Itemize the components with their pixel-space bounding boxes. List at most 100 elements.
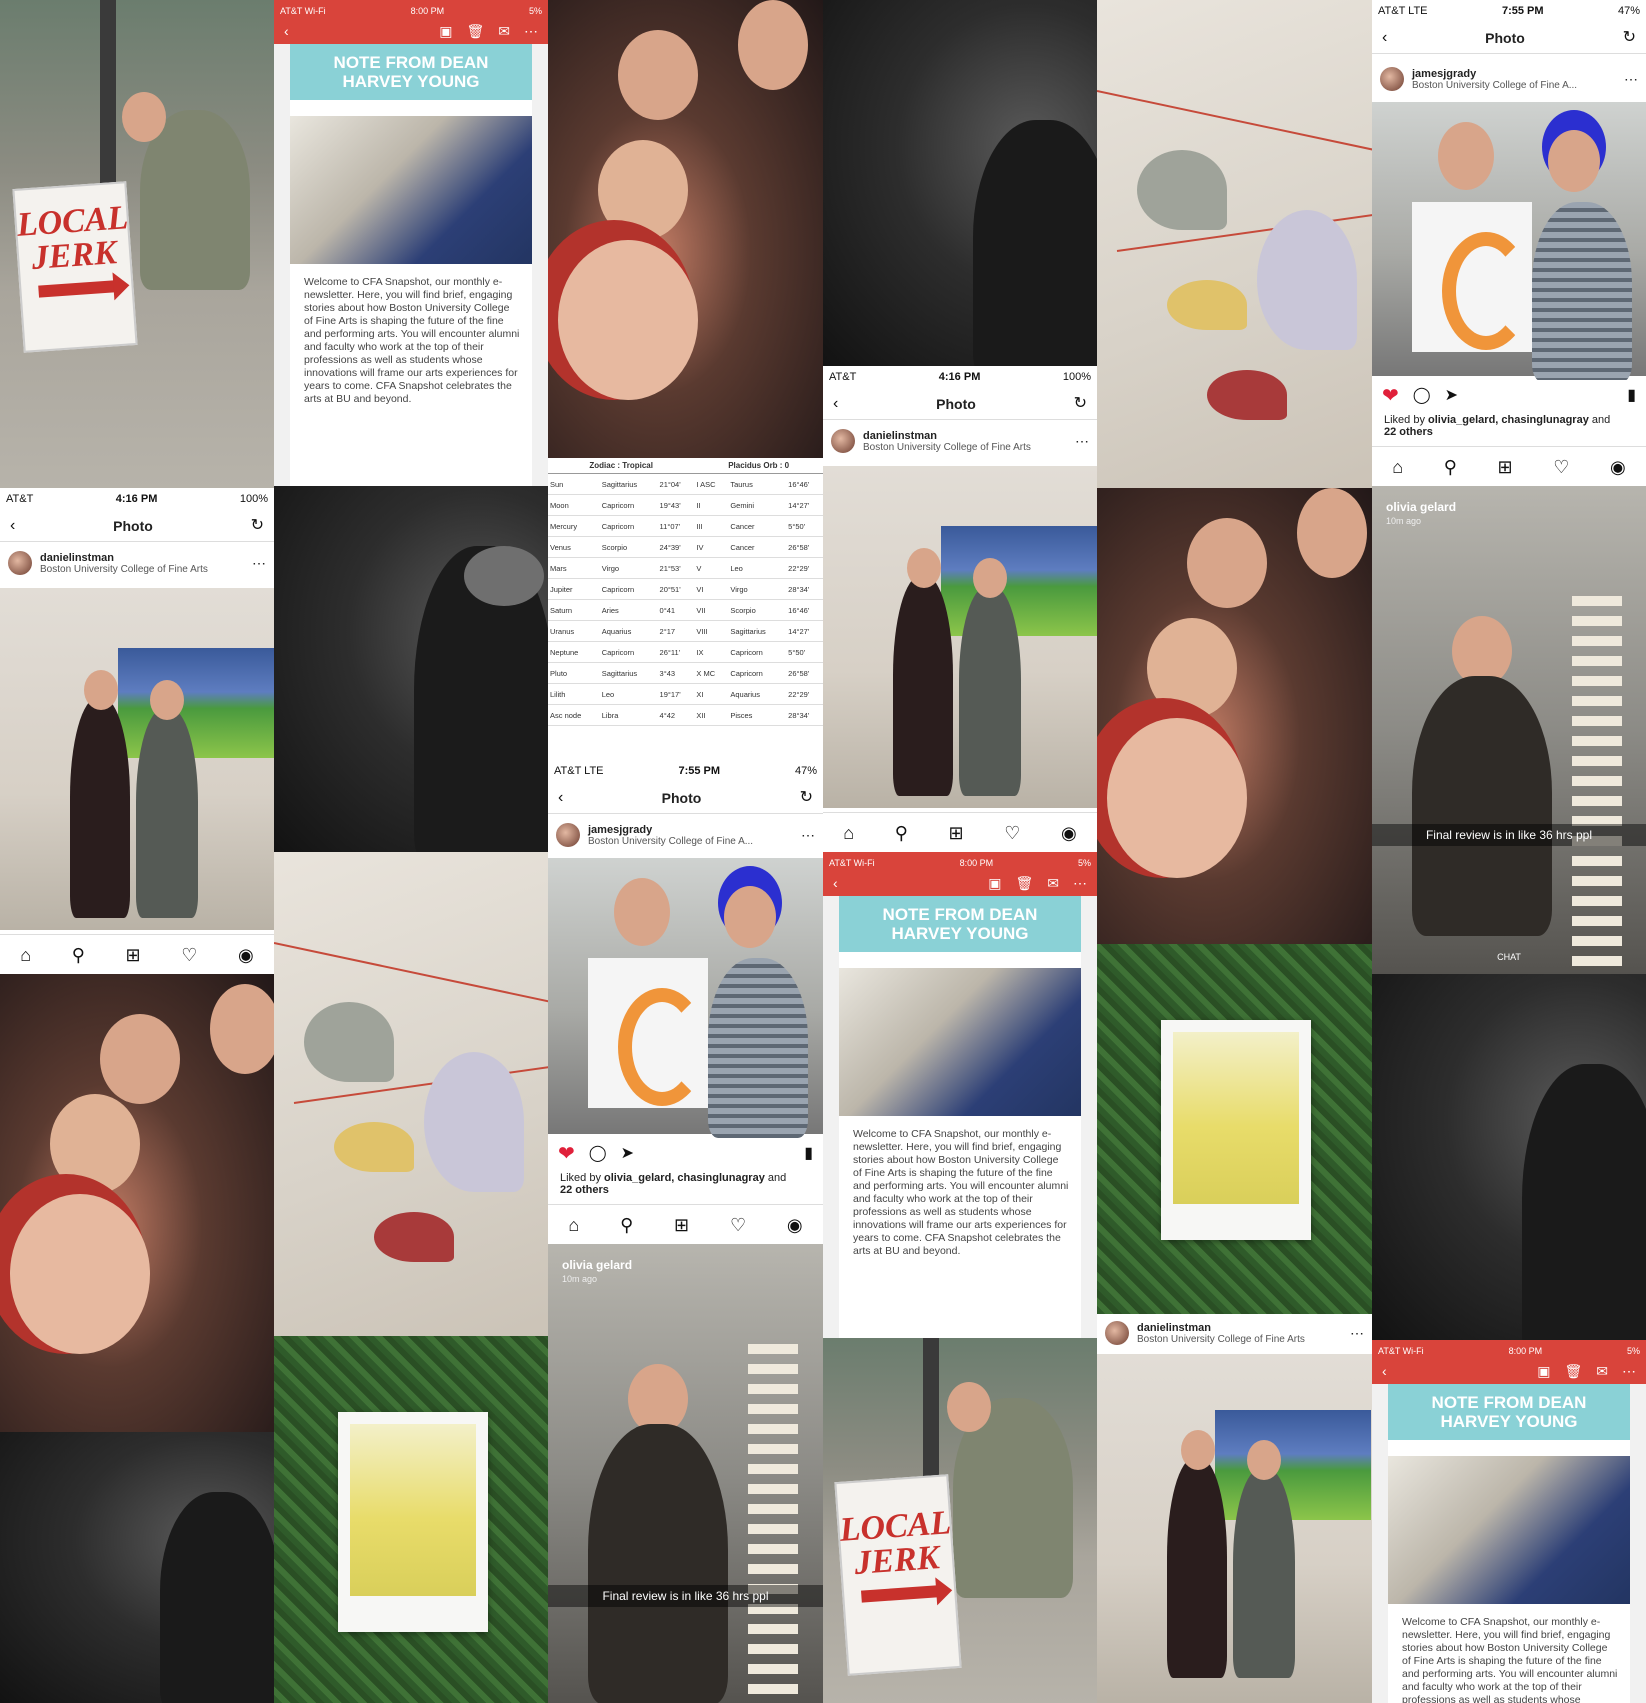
- add-icon[interactable]: ⊞: [949, 824, 964, 842]
- snap-username[interactable]: olivia gelard: [562, 1258, 632, 1272]
- trash-icon[interactable]: 🗑: [466, 23, 484, 39]
- username[interactable]: jamesjgrady: [1412, 68, 1577, 80]
- column-4: AT&T 4:16 PM 100% ‹ Photo ↻ danielinstma…: [823, 0, 1097, 1703]
- avatar[interactable]: [1105, 1321, 1129, 1345]
- profile-icon[interactable]: ◉: [1610, 458, 1626, 476]
- comment-icon[interactable]: ◯: [1413, 388, 1431, 404]
- search-icon[interactable]: ⚲: [620, 1216, 633, 1234]
- heart-icon[interactable]: ❤: [558, 1144, 575, 1164]
- heart-icon[interactable]: ♡: [730, 1216, 746, 1234]
- snap-username[interactable]: olivia gelard: [1386, 500, 1456, 514]
- username[interactable]: danielinstman: [863, 430, 1031, 442]
- mail-toolbar: ‹ ▣ 🗑 ✉ ⋯: [1372, 1358, 1646, 1384]
- share-icon[interactable]: ➤: [1445, 388, 1458, 404]
- refresh-icon[interactable]: ↻: [1074, 395, 1087, 412]
- home-icon[interactable]: ⌂: [843, 824, 854, 842]
- add-icon[interactable]: ⊞: [126, 946, 141, 964]
- battery: 47%: [794, 765, 817, 777]
- search-icon[interactable]: ⚲: [72, 946, 85, 964]
- location[interactable]: Boston University College of Fine Arts: [40, 564, 208, 575]
- share-icon[interactable]: ➤: [621, 1146, 634, 1162]
- more-icon[interactable]: ⋯: [1073, 875, 1087, 891]
- avatar[interactable]: [1380, 67, 1404, 91]
- newsletter-text: Welcome to CFA Snapshot, our monthly e-n…: [853, 1128, 1069, 1257]
- add-icon[interactable]: ⊞: [674, 1216, 689, 1234]
- planet-sign: Capricorn: [599, 515, 658, 537]
- location[interactable]: Boston University College of Fine Arts: [1137, 1334, 1305, 1345]
- refresh-icon[interactable]: ↻: [1623, 29, 1636, 46]
- local-jerk-sign: LOCAL JERK: [12, 181, 138, 353]
- collage: LOCAL JERK AT&T 4:16 PM 100% ‹ Photo ↻ d…: [0, 0, 1646, 1703]
- avatar[interactable]: [831, 429, 855, 453]
- back-icon[interactable]: ‹: [10, 517, 15, 534]
- profile-icon[interactable]: ◉: [787, 1216, 803, 1234]
- profile-icon[interactable]: ◉: [1061, 824, 1077, 842]
- heart-icon[interactable]: ♡: [1553, 458, 1569, 476]
- planet-sign: Sagittarius: [599, 473, 658, 495]
- username[interactable]: danielinstman: [1137, 1322, 1305, 1334]
- location[interactable]: Boston University College of Fine A...: [588, 836, 753, 847]
- home-icon[interactable]: ⌂: [1392, 458, 1403, 476]
- back-icon[interactable]: ‹: [558, 789, 563, 806]
- post-image[interactable]: [1097, 1354, 1372, 1703]
- newsletter-body: NOTE FROM DEAN HARVEY YOUNG Welcome to C…: [1372, 1384, 1646, 1703]
- liked-users[interactable]: olivia_gelard, chasinglunagray: [604, 1172, 765, 1184]
- archive-icon[interactable]: ▣: [439, 23, 452, 39]
- refresh-icon[interactable]: ↻: [800, 789, 813, 806]
- search-icon[interactable]: ⚲: [895, 824, 908, 842]
- home-icon[interactable]: ⌂: [20, 946, 31, 964]
- more-icon[interactable]: ⋯: [524, 23, 538, 39]
- mail-icon[interactable]: ✉: [1596, 1363, 1608, 1379]
- planet-sign: Aries: [599, 599, 658, 621]
- back-icon[interactable]: ‹: [833, 395, 838, 412]
- back-icon[interactable]: ‹: [833, 875, 838, 891]
- username[interactable]: jamesjgrady: [588, 824, 753, 836]
- profile-icon[interactable]: ◉: [238, 946, 254, 964]
- back-icon[interactable]: ‹: [1382, 29, 1387, 46]
- bookmark-icon[interactable]: ▮: [804, 1146, 813, 1162]
- house-number: IV: [694, 536, 729, 558]
- chat-button[interactable]: CHAT: [1372, 952, 1646, 962]
- liked-others[interactable]: 22 others: [560, 1184, 609, 1196]
- bookmark-icon[interactable]: ▮: [1627, 388, 1636, 404]
- refresh-icon[interactable]: ↻: [251, 517, 264, 534]
- avatar[interactable]: [8, 551, 32, 575]
- more-icon[interactable]: ⋯: [1075, 433, 1089, 450]
- more-icon[interactable]: ⋯: [252, 555, 266, 572]
- mail-icon[interactable]: ✉: [498, 23, 510, 39]
- newsletter-banner: NOTE FROM DEAN HARVEY YOUNG: [290, 44, 532, 100]
- snap-caption: Final review is in like 36 hrs ppl: [548, 1585, 823, 1607]
- avatar[interactable]: [556, 823, 580, 847]
- post-image[interactable]: [548, 858, 823, 1138]
- post-image[interactable]: [1372, 102, 1646, 382]
- planet-name: Asc node: [548, 704, 600, 726]
- back-icon[interactable]: ‹: [1382, 1363, 1387, 1379]
- mail-toolbar: ‹ ▣ 🗑 ✉ ⋯: [274, 18, 548, 44]
- search-icon[interactable]: ⚲: [1444, 458, 1457, 476]
- location[interactable]: Boston University College of Fine Arts: [863, 442, 1031, 453]
- back-icon[interactable]: ‹: [284, 23, 289, 39]
- heart-icon[interactable]: ♡: [181, 946, 197, 964]
- add-icon[interactable]: ⊞: [1498, 458, 1513, 476]
- liked-users[interactable]: olivia_gelard, chasinglunagray: [1428, 414, 1589, 426]
- heart-icon[interactable]: ❤: [1382, 386, 1399, 406]
- more-icon[interactable]: ⋯: [801, 827, 815, 844]
- location[interactable]: Boston University College of Fine A...: [1412, 80, 1577, 91]
- house-sign: Pisces: [728, 704, 787, 726]
- more-icon[interactable]: ⋯: [1622, 1363, 1636, 1379]
- archive-icon[interactable]: ▣: [988, 875, 1001, 891]
- more-icon[interactable]: ⋯: [1624, 71, 1638, 88]
- post-image[interactable]: [0, 588, 274, 930]
- comment-icon[interactable]: ◯: [589, 1146, 607, 1162]
- trash-icon[interactable]: 🗑: [1564, 1363, 1582, 1379]
- more-icon[interactable]: ⋯: [1350, 1325, 1364, 1342]
- mail-icon[interactable]: ✉: [1047, 875, 1059, 891]
- heart-icon[interactable]: ♡: [1004, 824, 1020, 842]
- username[interactable]: danielinstman: [40, 552, 208, 564]
- liked-others[interactable]: 22 others: [1384, 426, 1433, 438]
- archive-icon[interactable]: ▣: [1537, 1363, 1550, 1379]
- trash-icon[interactable]: 🗑: [1015, 875, 1033, 891]
- home-icon[interactable]: ⌂: [568, 1216, 579, 1234]
- post-image[interactable]: [823, 466, 1097, 808]
- instagram-post-danielinstman: danielinstman Boston University College …: [1097, 1314, 1372, 1703]
